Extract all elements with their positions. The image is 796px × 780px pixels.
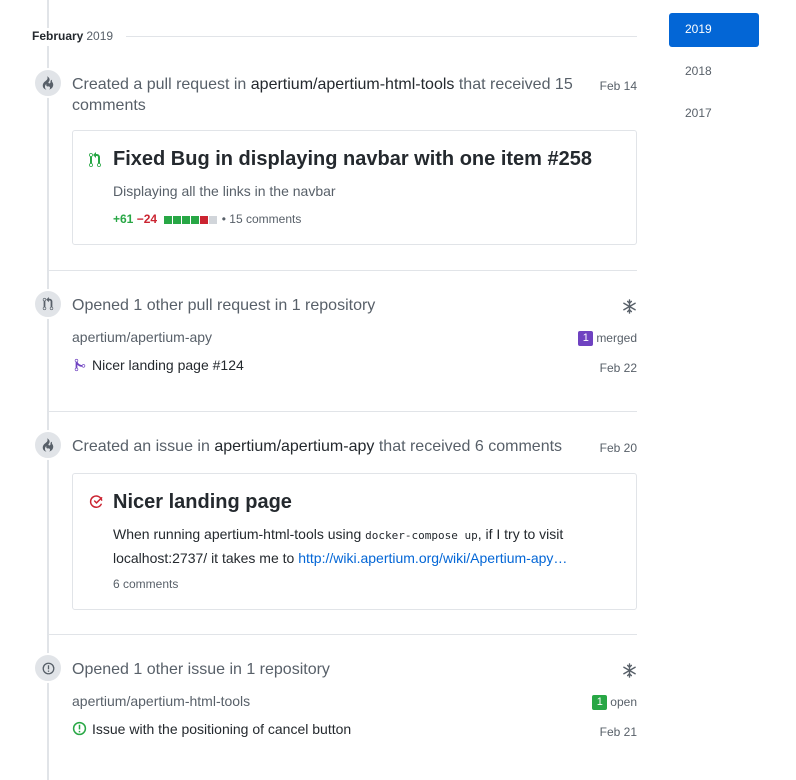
merged-status: 1 merged	[578, 331, 637, 346]
merged-label: merged	[596, 331, 637, 345]
activity-summary: Created an issue in apertium/apertium-ap…	[72, 436, 562, 457]
issue-card: Nicer landing page When running apertium…	[72, 473, 637, 610]
pull-request-badge-icon	[33, 289, 63, 319]
activity-divider	[48, 270, 637, 271]
repo-link[interactable]: apertium/apertium-apy	[72, 329, 212, 345]
diffstat-square	[200, 216, 209, 224]
month-label: February 2019	[32, 29, 122, 43]
separator-dot: •	[221, 212, 226, 226]
activity-date: Feb 14	[599, 79, 637, 93]
summary-text: Created a pull request in	[72, 76, 247, 93]
diffstat-bar	[164, 213, 218, 227]
flame-icon	[33, 430, 63, 460]
issue-description: When running apertium-html-tools using d…	[113, 523, 567, 569]
diffstat-square	[164, 216, 173, 224]
pull-request-title[interactable]: Fixed Bug in displaying navbar with one …	[113, 148, 592, 171]
issue-link[interactable]: Issue with the positioning of cancel but…	[92, 721, 351, 737]
year-button-2018[interactable]: 2018	[669, 55, 759, 89]
diffstat-square	[182, 216, 191, 224]
summary-text: that received 6 comments	[378, 438, 563, 455]
issue-opened-icon	[72, 721, 87, 741]
activity-divider	[48, 411, 637, 412]
month-header: February 2019	[26, 28, 637, 46]
pull-request-card: Fixed Bug in displaying navbar with one …	[72, 130, 637, 245]
diffstat-square	[173, 216, 182, 224]
activity-summary: Created a pull request in apertium/apert…	[72, 74, 592, 116]
item-date: Feb 21	[599, 725, 637, 739]
activity-date: Feb 20	[599, 441, 637, 455]
issue-comments-count: 6 comments	[113, 577, 179, 591]
repo-link[interactable]: apertium/apertium-html-tools	[251, 76, 455, 93]
pull-request-link[interactable]: Nicer landing page #124	[92, 357, 244, 373]
issue-opened-badge-icon	[33, 653, 63, 683]
pull-request-description: Displaying all the links in the navbar	[113, 183, 336, 199]
merged-pr-icon	[74, 358, 86, 377]
summary-text: Created an issue in	[72, 438, 210, 455]
month-divider	[126, 36, 637, 37]
diffstat-square	[191, 216, 200, 224]
month-name: February	[32, 29, 84, 43]
repo-link[interactable]: apertium/apertium-apy	[214, 438, 374, 455]
month-year: 2019	[86, 29, 114, 43]
year-button-2019[interactable]: 2019	[669, 13, 759, 47]
activity-divider	[48, 634, 637, 635]
deletions-count: −24	[136, 212, 158, 226]
issue-desc-text: , if I try to visit	[477, 526, 564, 542]
unfold-icon[interactable]	[622, 299, 637, 319]
flame-icon	[33, 68, 63, 98]
activity-summary: Opened 1 other pull request in 1 reposit…	[72, 297, 376, 314]
issue-desc-text: When running apertium-html-tools using	[113, 526, 362, 542]
open-status: 1 open	[592, 695, 637, 710]
additions-count: +61	[113, 212, 134, 226]
open-count: 1	[592, 695, 608, 710]
comments-count: 15 comments	[229, 212, 302, 226]
pull-request-icon	[89, 152, 101, 173]
issue-closed-icon	[89, 494, 104, 514]
activity-summary: Opened 1 other issue in 1 repository	[72, 661, 330, 678]
issue-desc-text: localhost:2737/ it takes me to	[113, 550, 295, 566]
diffstat-square	[209, 216, 218, 224]
wiki-link[interactable]: http://wiki.apertium.org/wiki/Apertium-a…	[298, 550, 567, 566]
open-label: open	[610, 695, 637, 709]
pull-request-meta: +61 −24 • 15 comments	[113, 212, 301, 227]
item-date: Feb 22	[599, 361, 637, 375]
issue-desc-code: docker-compose up	[365, 529, 478, 542]
year-button-2017[interactable]: 2017	[669, 97, 759, 131]
merged-count: 1	[578, 331, 594, 346]
unfold-icon[interactable]	[622, 663, 637, 683]
issue-title[interactable]: Nicer landing page	[113, 491, 292, 514]
repo-link[interactable]: apertium/apertium-html-tools	[72, 693, 250, 709]
